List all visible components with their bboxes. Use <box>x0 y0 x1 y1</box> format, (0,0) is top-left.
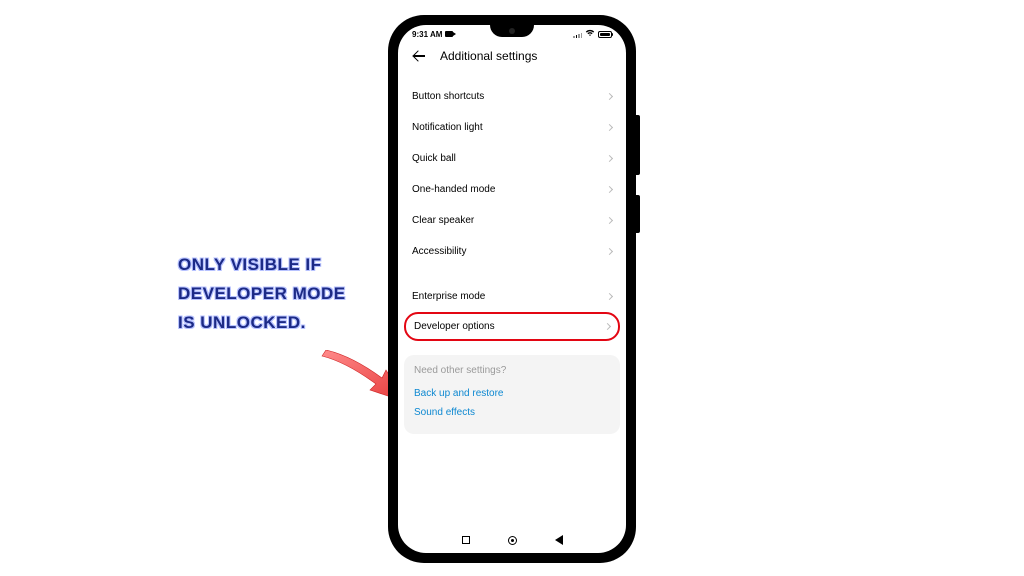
footer-link-sound[interactable]: Sound effects <box>414 403 610 422</box>
power-button <box>636 195 640 233</box>
chevron-right-icon <box>606 248 613 255</box>
list-item-label: Button shortcuts <box>412 91 484 102</box>
list-item-label: Enterprise mode <box>412 291 485 302</box>
annotation-line: is unlocked. <box>178 309 388 338</box>
list-item-label: One-handed mode <box>412 184 495 195</box>
footer-link-backup[interactable]: Back up and restore <box>414 384 610 403</box>
list-item-label: Accessibility <box>412 246 466 257</box>
list-item-accessibility[interactable]: Accessibility <box>398 236 626 267</box>
settings-list: Button shortcuts Notification light Quic… <box>398 71 626 527</box>
list-item-developer-options[interactable]: Developer options <box>404 312 620 341</box>
phone-notch <box>490 25 534 37</box>
footer-card: Need other settings? Back up and restore… <box>404 355 620 434</box>
page-header: Additional settings <box>398 43 626 71</box>
section-divider <box>398 267 626 281</box>
chevron-right-icon <box>604 323 611 330</box>
chevron-right-icon <box>606 93 613 100</box>
footer-question: Need other settings? <box>414 365 610 376</box>
nav-home-icon[interactable] <box>508 536 517 545</box>
volume-button <box>636 115 640 175</box>
chevron-right-icon <box>606 186 613 193</box>
annotation-text: Only visible if Developer Mode is unlock… <box>178 251 388 338</box>
chevron-right-icon <box>606 293 613 300</box>
list-item-enterprise-mode[interactable]: Enterprise mode <box>398 281 626 312</box>
nav-back-icon[interactable] <box>555 535 563 545</box>
camera-icon <box>445 31 453 37</box>
list-item-one-handed-mode[interactable]: One-handed mode <box>398 174 626 205</box>
nav-bar <box>398 527 626 553</box>
annotation-line: Developer Mode <box>178 280 388 309</box>
chevron-right-icon <box>606 155 613 162</box>
list-item-quick-ball[interactable]: Quick ball <box>398 143 626 174</box>
nav-recent-icon[interactable] <box>462 536 470 544</box>
battery-icon <box>598 31 612 38</box>
list-item-button-shortcuts[interactable]: Button shortcuts <box>398 81 626 112</box>
signal-icon <box>573 31 582 38</box>
list-item-label: Clear speaker <box>412 215 474 226</box>
list-item-cutoff <box>398 71 626 81</box>
phone-frame: 9:31 AM Additional settings Button short… <box>388 15 636 563</box>
chevron-right-icon <box>606 217 613 224</box>
list-item-notification-light[interactable]: Notification light <box>398 112 626 143</box>
list-item-label: Quick ball <box>412 153 456 164</box>
chevron-right-icon <box>606 124 613 131</box>
list-item-label: Notification light <box>412 122 483 133</box>
list-item-clear-speaker[interactable]: Clear speaker <box>398 205 626 236</box>
page-title: Additional settings <box>440 49 537 63</box>
back-arrow-icon[interactable] <box>412 49 426 63</box>
list-item-label: Developer options <box>414 321 495 332</box>
status-time: 9:31 AM <box>412 30 442 39</box>
phone-screen: 9:31 AM Additional settings Button short… <box>398 25 626 553</box>
annotation-line: Only visible if <box>178 251 388 280</box>
wifi-icon <box>585 29 595 39</box>
